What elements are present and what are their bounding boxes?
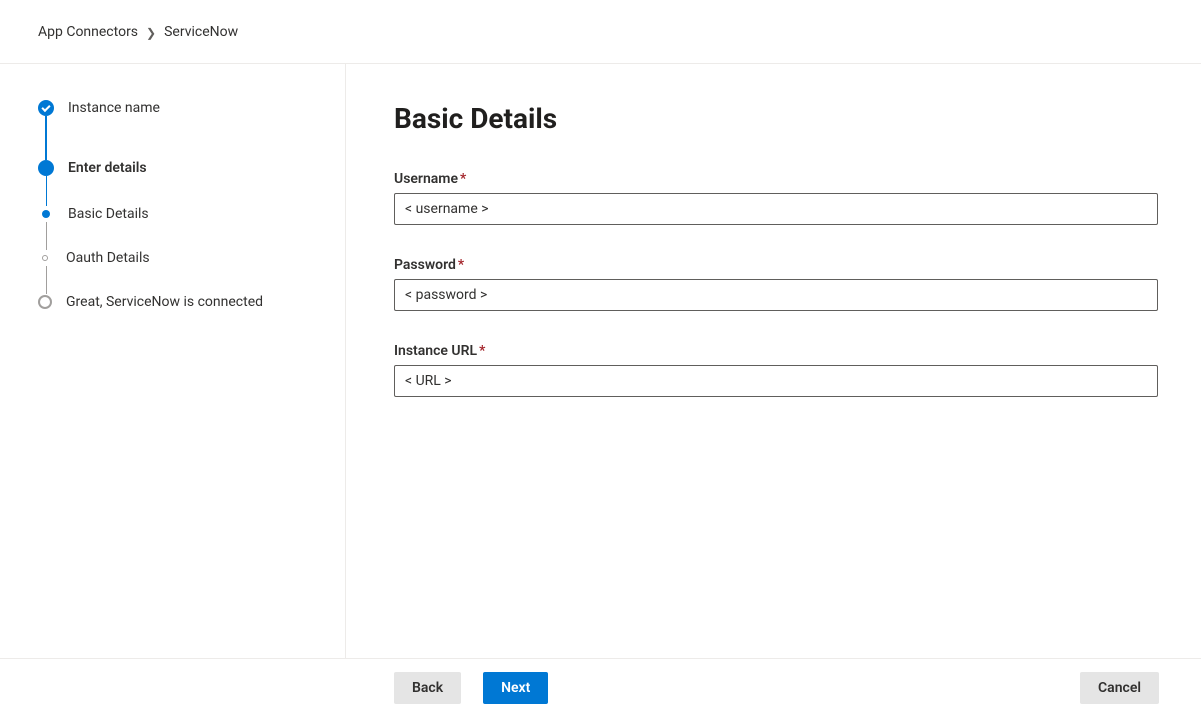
step-label: Oauth Details — [66, 250, 150, 266]
substep-oauth-details[interactable]: Oauth Details — [38, 250, 345, 266]
required-asterisk: * — [460, 171, 466, 187]
cancel-button[interactable]: Cancel — [1080, 672, 1159, 704]
breadcrumb: App Connectors ❯ ServiceNow — [0, 0, 1201, 64]
substep-basic-details[interactable]: Basic Details — [38, 206, 345, 222]
circle-outline-icon — [38, 295, 52, 309]
password-label: Password* — [394, 257, 1159, 273]
footer-bar: Back Next Cancel — [0, 658, 1201, 716]
page-title: Basic Details — [394, 102, 1159, 135]
wizard-sidebar: Instance name Enter details Basic Detail… — [0, 64, 346, 658]
main-panel: Basic Details Username* Password* Instan… — [346, 64, 1201, 658]
instance-url-label: Instance URL* — [394, 343, 1159, 359]
instance-url-input[interactable] — [394, 365, 1158, 397]
step-connector — [46, 266, 47, 294]
username-label: Username* — [394, 171, 1159, 187]
step-connector — [46, 176, 47, 206]
step-connector — [46, 222, 47, 250]
step-connector — [45, 116, 47, 160]
step-label: Instance name — [68, 100, 160, 116]
next-button[interactable]: Next — [483, 672, 548, 704]
password-input[interactable] — [394, 279, 1158, 311]
required-asterisk: * — [458, 257, 464, 273]
checkmark-icon — [38, 100, 54, 116]
breadcrumb-current: ServiceNow — [164, 24, 238, 40]
circle-small-outline-icon — [42, 255, 48, 261]
back-button[interactable]: Back — [394, 672, 461, 704]
step-label: Basic Details — [68, 206, 149, 222]
circle-small-filled-icon — [42, 210, 50, 218]
step-connected[interactable]: Great, ServiceNow is connected — [38, 294, 345, 310]
form-group-username: Username* — [394, 171, 1159, 225]
required-asterisk: * — [479, 343, 485, 359]
step-instance-name[interactable]: Instance name — [38, 100, 345, 116]
form-group-password: Password* — [394, 257, 1159, 311]
content-area: Instance name Enter details Basic Detail… — [0, 64, 1201, 658]
chevron-right-icon: ❯ — [146, 26, 156, 40]
circle-filled-icon — [38, 160, 54, 176]
step-label: Enter details — [68, 160, 147, 176]
breadcrumb-parent[interactable]: App Connectors — [38, 24, 138, 40]
username-input[interactable] — [394, 193, 1158, 225]
form-group-instance-url: Instance URL* — [394, 343, 1159, 397]
step-enter-details[interactable]: Enter details — [38, 160, 345, 176]
step-label: Great, ServiceNow is connected — [66, 294, 263, 310]
